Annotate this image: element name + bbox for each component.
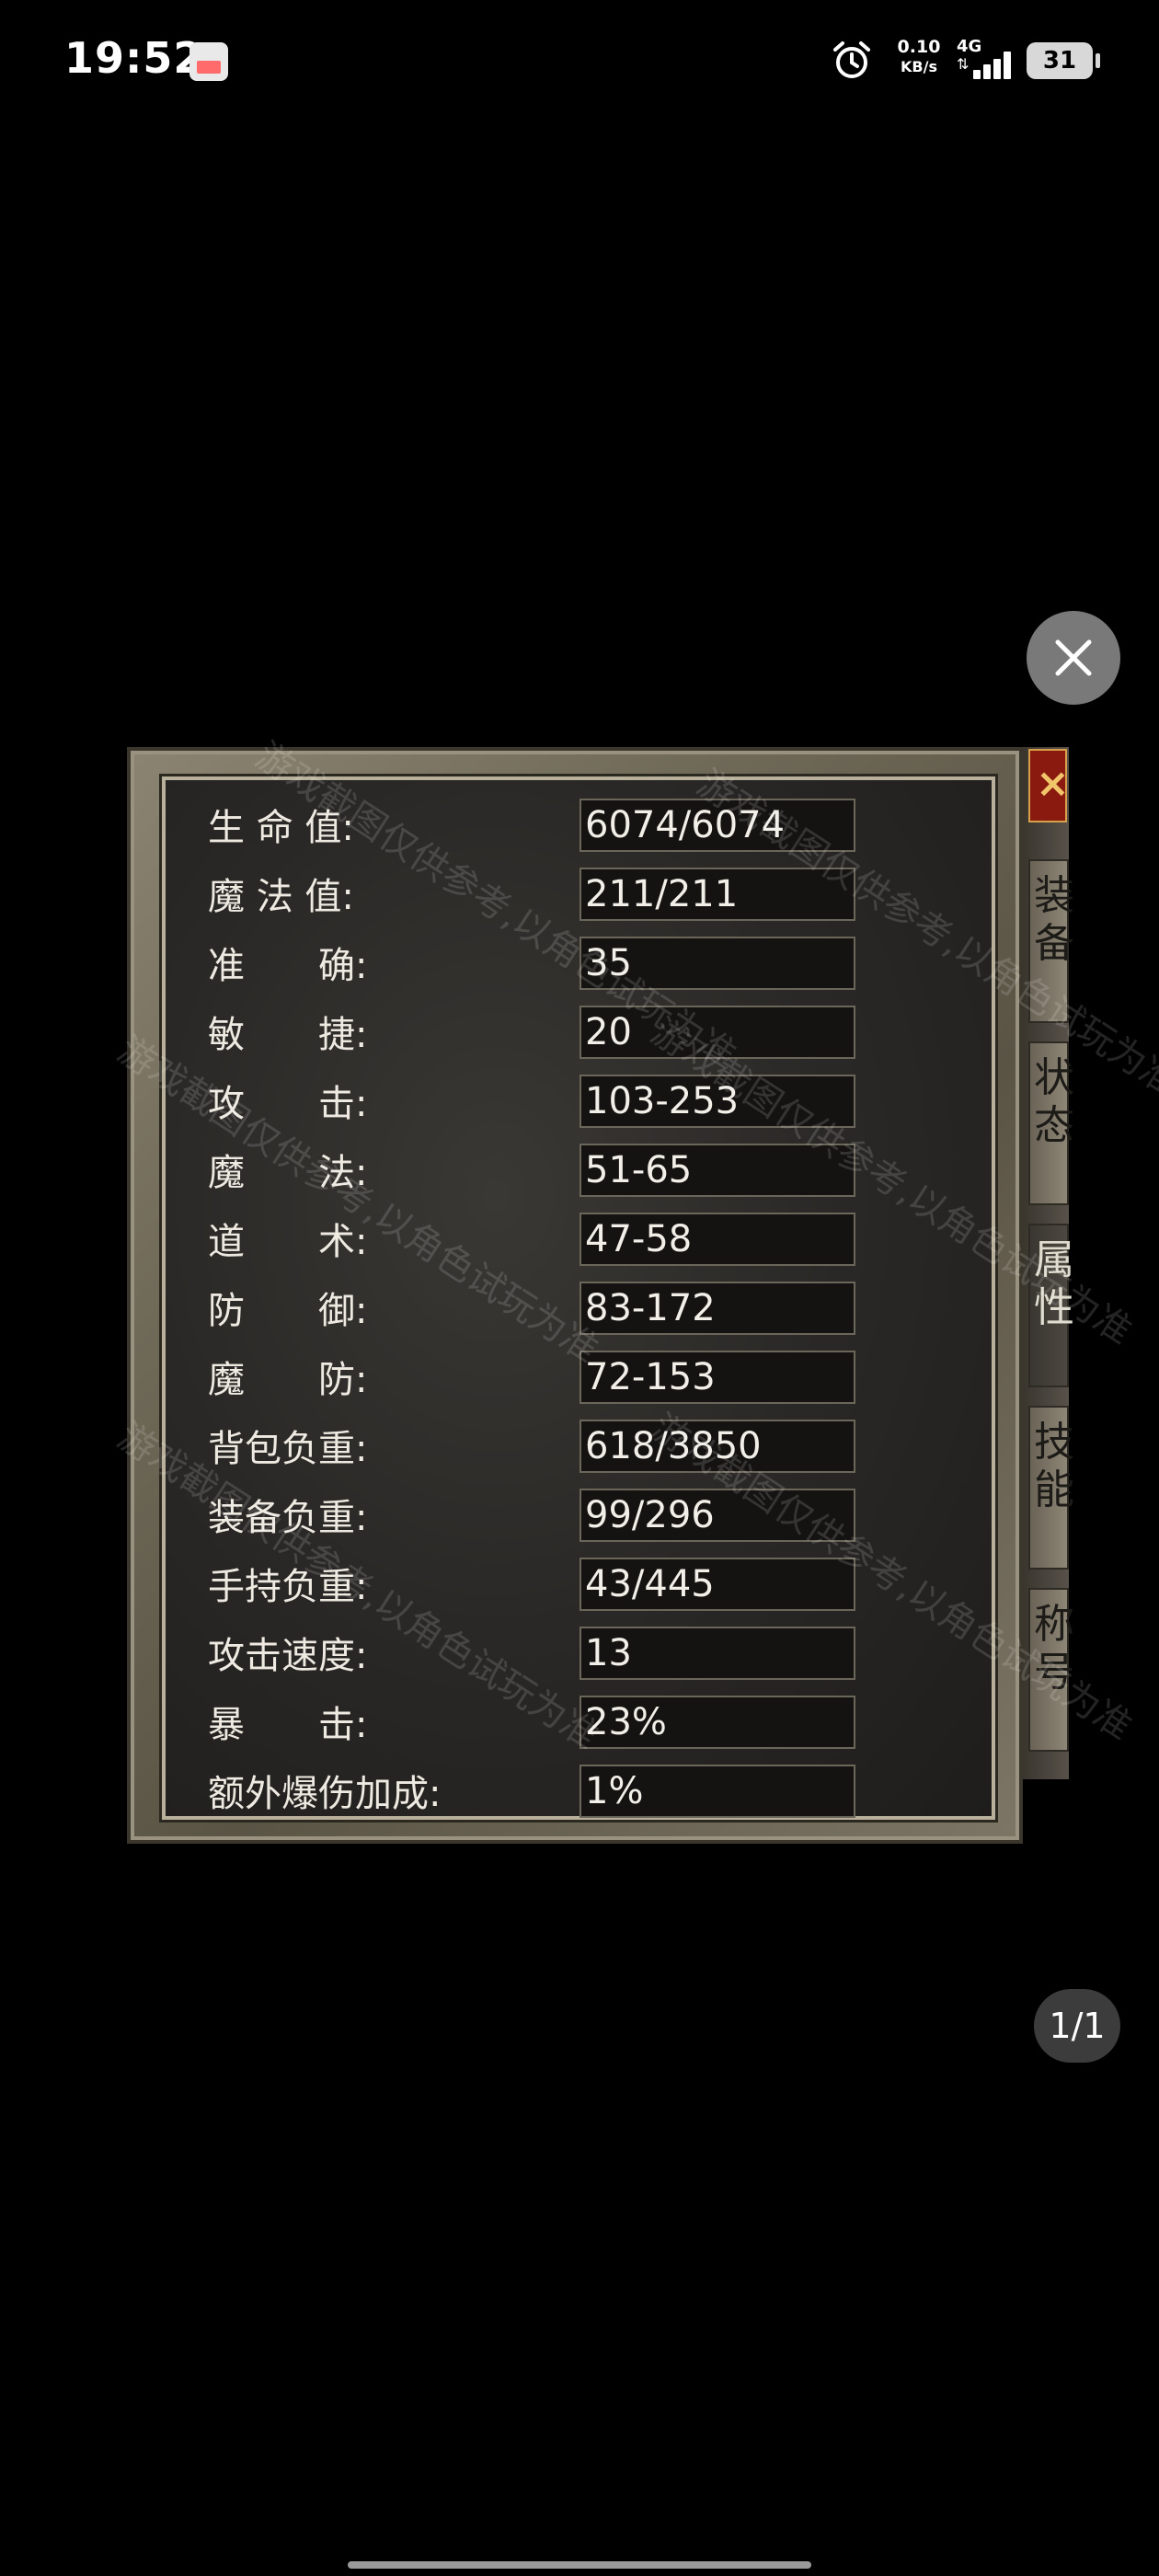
tab-titles-label: 称号 xyxy=(1034,1601,1074,1696)
stat-value: 13 xyxy=(580,1627,855,1680)
data-arrows-icon: ⇅ xyxy=(957,55,970,73)
stat-row: 准 确: 35 xyxy=(166,937,992,994)
stat-row: 手持负重: 43/445 xyxy=(166,1558,992,1615)
network-speed: 0.10 KB/s xyxy=(892,37,946,77)
stat-label: 额外爆伤加成: xyxy=(208,1773,442,1815)
home-indicator[interactable] xyxy=(348,2561,811,2569)
stat-value: 35 xyxy=(580,937,855,990)
network-speed-unit: KB/s xyxy=(901,58,937,75)
stat-row: 魔 法 值: 211/211 xyxy=(166,868,992,925)
stat-row: 攻 击: 103-253 xyxy=(166,1075,992,1132)
stat-value: 23% xyxy=(580,1696,855,1749)
stat-row: 装备负重: 99/296 xyxy=(166,1489,992,1546)
stat-row: 防 御: 83-172 xyxy=(166,1282,992,1339)
close-viewer-button[interactable] xyxy=(1027,611,1120,705)
stat-value: 618/3850 xyxy=(580,1420,855,1473)
stat-value: 6074/6074 xyxy=(580,799,855,852)
status-time: 19:52 xyxy=(64,33,204,83)
stat-row: 道 术: 47-58 xyxy=(166,1213,992,1270)
stat-value: 83-172 xyxy=(580,1282,855,1335)
stat-value: 99/296 xyxy=(580,1489,855,1542)
tab-skills[interactable]: 技能 xyxy=(1028,1406,1074,1570)
network-type: 4G xyxy=(957,37,982,56)
stat-value: 43/445 xyxy=(580,1558,855,1611)
stat-label: 攻击速度: xyxy=(208,1635,368,1677)
network-speed-value: 0.10 xyxy=(897,37,941,57)
stat-value: 51-65 xyxy=(580,1144,855,1197)
stat-label: 生 命 值: xyxy=(208,807,354,849)
stat-label: 道 术: xyxy=(208,1221,368,1263)
stat-label: 装备负重: xyxy=(208,1497,368,1539)
stat-value: 72-153 xyxy=(580,1351,855,1404)
tab-equipment[interactable]: 装备 xyxy=(1028,859,1074,1023)
notification-app-icon xyxy=(189,42,228,81)
tab-titles[interactable]: 称号 xyxy=(1028,1588,1074,1752)
stat-label: 准 确: xyxy=(208,945,368,987)
stat-row: 背包负重: 618/3850 xyxy=(166,1420,992,1477)
stat-label: 攻 击: xyxy=(208,1083,368,1125)
tab-skills-label: 技能 xyxy=(1034,1419,1074,1513)
stat-value: 103-253 xyxy=(580,1075,855,1128)
battery-icon: 31 xyxy=(1027,42,1100,79)
tab-status-label: 状态 xyxy=(1034,1054,1074,1149)
stat-label: 暴 击: xyxy=(208,1704,368,1746)
stat-label: 魔 防: xyxy=(208,1359,368,1401)
tab-status[interactable]: 状态 xyxy=(1028,1041,1074,1205)
tab-attributes-label: 属性 xyxy=(1034,1236,1074,1331)
stat-label: 防 御: xyxy=(208,1290,368,1332)
panel-close-icon: × xyxy=(1036,760,1070,807)
battery-level: 31 xyxy=(1042,47,1077,75)
stat-label: 魔 法 值: xyxy=(208,876,354,918)
stat-label: 敏 捷: xyxy=(208,1014,368,1056)
stat-row: 攻击速度: 13 xyxy=(166,1627,992,1684)
stat-label: 背包负重: xyxy=(208,1428,368,1470)
stat-value: 47-58 xyxy=(580,1213,855,1266)
stat-label: 魔 法: xyxy=(208,1152,368,1194)
stat-value: 211/211 xyxy=(580,868,855,921)
tab-equipment-label: 装备 xyxy=(1034,872,1074,967)
stat-value: 20 xyxy=(580,1006,855,1059)
alarm-icon xyxy=(833,41,870,78)
panel-close-button[interactable]: × xyxy=(1028,749,1070,822)
stat-value: 1% xyxy=(580,1765,855,1818)
close-icon xyxy=(1055,639,1092,676)
page-indicator: 1/1 xyxy=(1034,1989,1120,2063)
stat-row: 魔 防: 72-153 xyxy=(166,1351,992,1408)
cellular-signal-icon: 4G ⇅ xyxy=(957,37,1017,83)
stat-row: 敏 捷: 20 xyxy=(166,1006,992,1063)
stat-row: 魔 法: 51-65 xyxy=(166,1144,992,1201)
stat-row: 暴 击: 23% xyxy=(166,1696,992,1753)
stat-row: 额外爆伤加成: 1% xyxy=(166,1765,992,1822)
stat-label: 手持负重: xyxy=(208,1566,368,1608)
attribute-list: 生 命 值: 6074/6074 魔 法 值: 211/211 准 确: 35 … xyxy=(162,776,995,1820)
tab-attributes[interactable]: 属性 xyxy=(1028,1224,1074,1387)
attribute-panel: 生 命 值: 6074/6074 魔 法 值: 211/211 准 确: 35 … xyxy=(127,747,1023,1844)
stat-row: 生 命 值: 6074/6074 xyxy=(166,799,992,856)
